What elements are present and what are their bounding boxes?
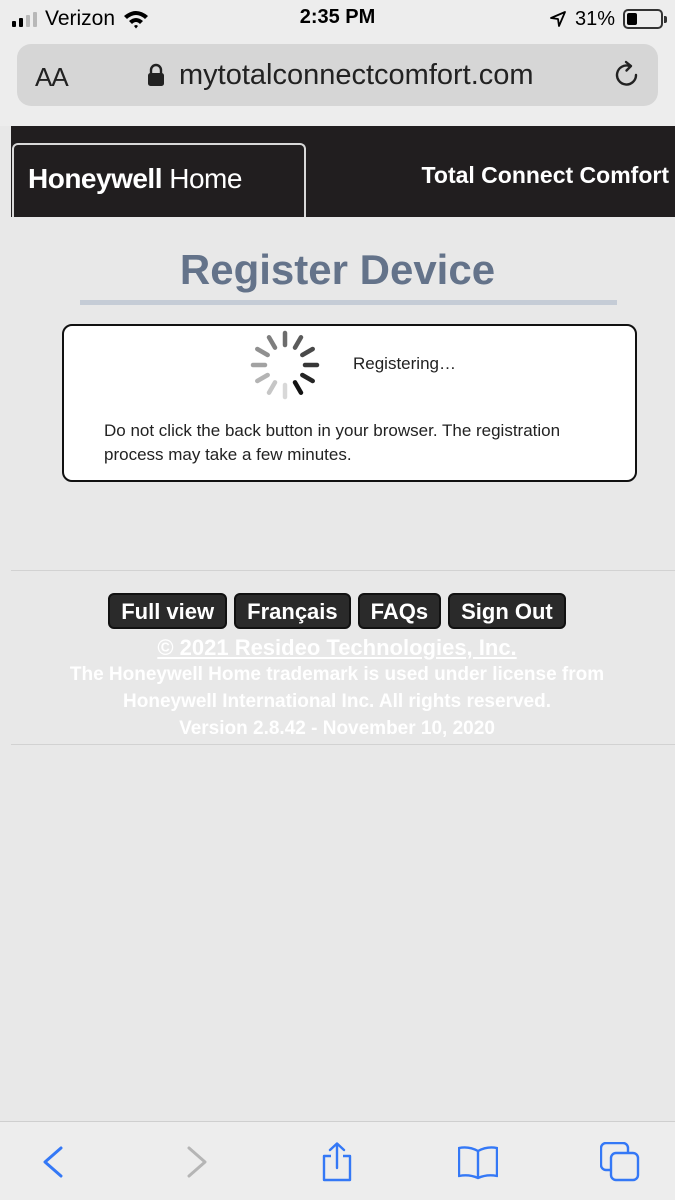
honeywell-home-logo[interactable]: Honeywell Home <box>12 143 306 217</box>
browser-top-bar: AA mytotalconnectcomfort.com <box>0 38 675 126</box>
copyright-link[interactable]: © 2021 Resideo Technologies, Inc. <box>11 635 663 661</box>
page-footer: Full view Français FAQs Sign Out © 2021 … <box>11 570 675 745</box>
registration-note: Do not click the back button in your bro… <box>104 421 561 464</box>
footer-buttons: Full view Français FAQs Sign Out <box>11 593 675 629</box>
battery-icon <box>623 9 667 29</box>
status-bar: Verizon 2:35 PM 31% <box>0 0 675 38</box>
loading-spinner-icon <box>250 330 320 400</box>
browser-toolbar <box>0 1121 675 1200</box>
location-arrow-icon <box>550 11 566 27</box>
version-text: Version 2.8.42 - November 10, 2020 <box>179 718 495 739</box>
status-right: 31% <box>549 6 667 32</box>
lock-icon <box>148 63 164 86</box>
registering-status: Registering… <box>353 354 456 373</box>
logo-product: Home <box>161 163 242 194</box>
trademark-line-2: Honeywell International Inc. All rights … <box>123 691 551 712</box>
logo-brand: Honeywell <box>28 163 162 194</box>
footer-text: © 2021 Resideo Technologies, Inc. The Ho… <box>11 635 675 742</box>
trademark-line-1: The Honeywell Home trademark is used und… <box>69 664 605 685</box>
registration-status-box: Registering… Do not click the back butto… <box>62 324 637 482</box>
tabs-icon[interactable] <box>600 1142 640 1182</box>
battery-percent: 31% <box>574 7 615 30</box>
francais-button[interactable]: Français <box>234 593 351 629</box>
title-divider <box>80 300 617 305</box>
full-view-button[interactable]: Full view <box>108 593 228 629</box>
text-size-button[interactable]: AA <box>35 62 69 93</box>
address-bar[interactable]: AA mytotalconnectcomfort.com <box>17 44 658 106</box>
back-icon[interactable] <box>33 1142 73 1182</box>
page-title: Register Device <box>179 246 496 293</box>
sign-out-button[interactable]: Sign Out <box>448 593 566 629</box>
faqs-button[interactable]: FAQs <box>357 593 442 629</box>
bookmarks-icon[interactable] <box>458 1142 498 1182</box>
logo-text: Honeywell Home <box>28 163 242 195</box>
reload-icon[interactable] <box>612 60 642 90</box>
url-text[interactable]: mytotalconnectcomfort.com <box>179 59 534 92</box>
battery-level <box>627 13 637 25</box>
forward-icon[interactable] <box>177 1142 217 1182</box>
site-header: Honeywell Home Total Connect Comfort <box>11 126 675 217</box>
share-icon[interactable] <box>317 1142 357 1182</box>
site-title: Total Connect Comfort <box>421 162 669 188</box>
